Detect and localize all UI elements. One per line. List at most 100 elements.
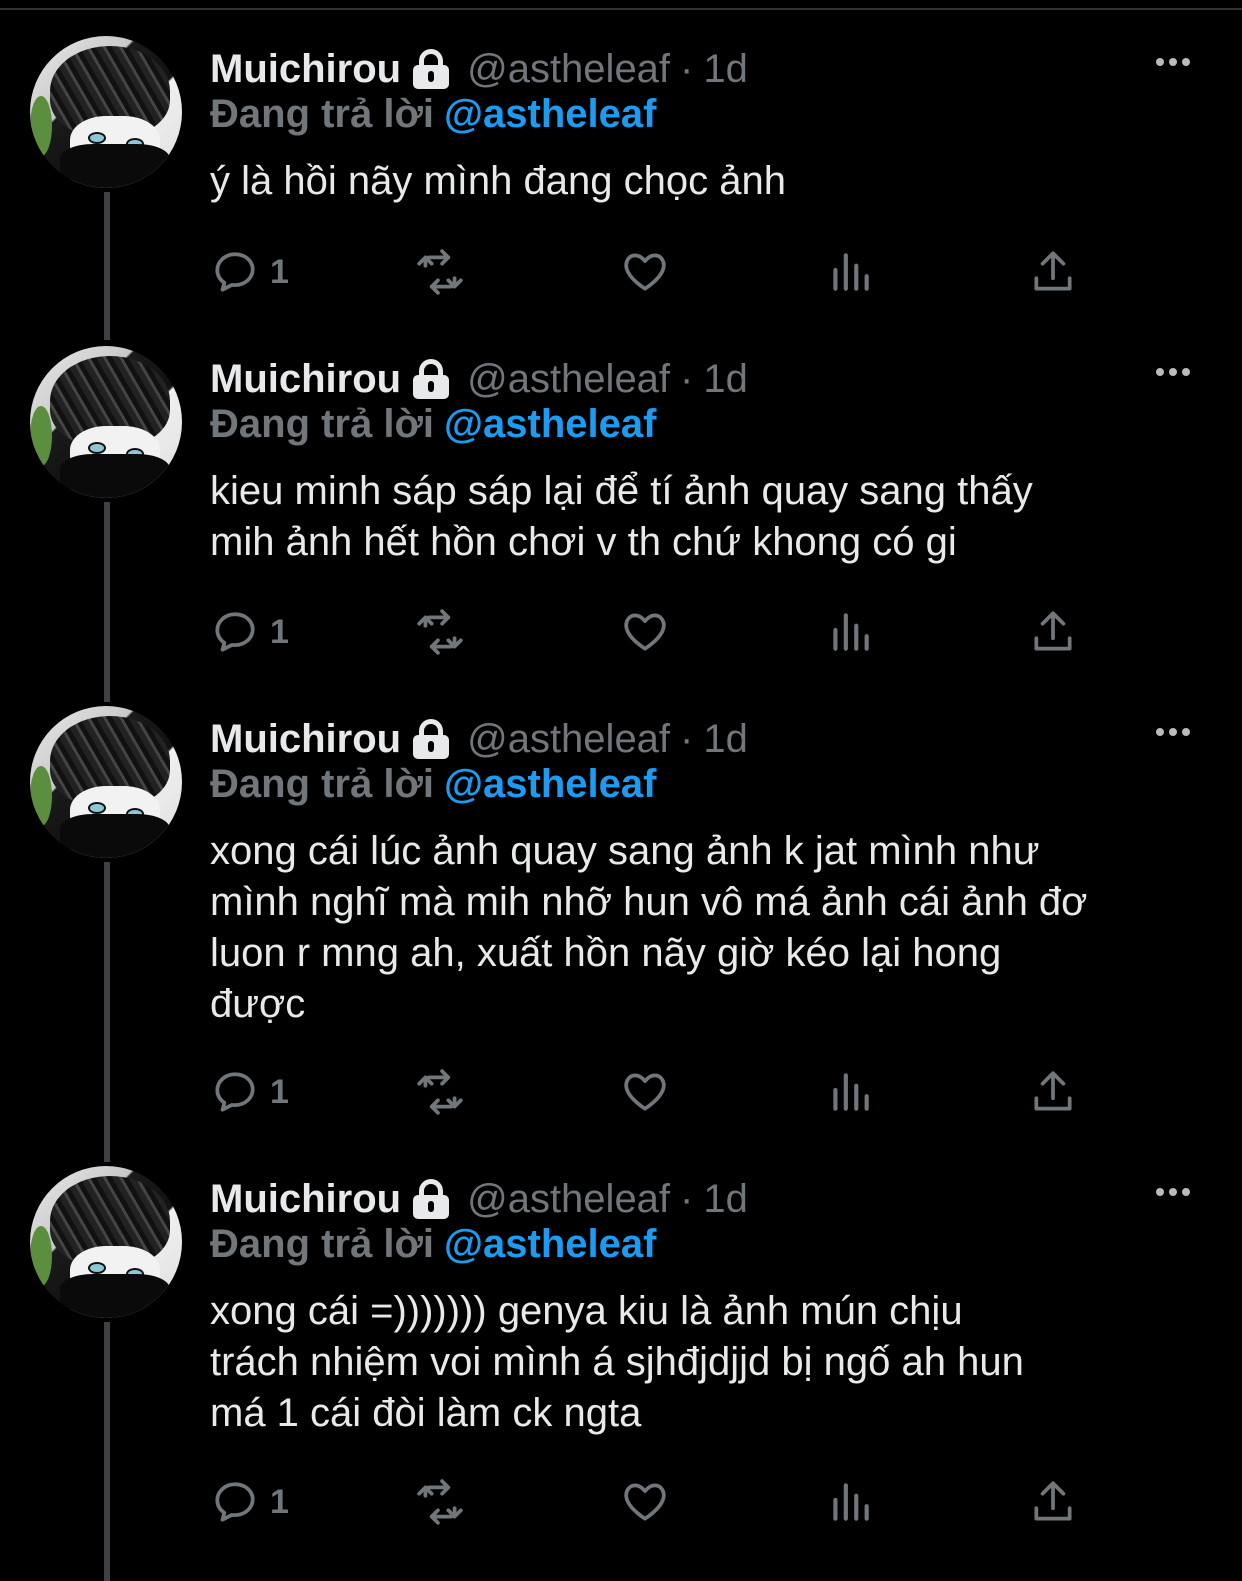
share-icon <box>1034 611 1072 651</box>
timestamp[interactable]: 1d <box>703 1177 748 1222</box>
thread-connector <box>104 192 110 340</box>
tweet-header: Muichirou @astheleaf · 1d <box>210 44 748 94</box>
tweet-header: Muichirou @astheleaf · 1d <box>210 1174 748 1224</box>
retweet-button[interactable] <box>415 1472 465 1532</box>
share-button[interactable] <box>1028 602 1078 662</box>
replying-to: Đang trả lời @astheleaf <box>210 402 656 447</box>
like-button[interactable] <box>620 1472 670 1532</box>
display-name[interactable]: Muichirou <box>210 357 401 402</box>
avatar[interactable] <box>30 1166 182 1318</box>
retweet-button[interactable] <box>415 1062 465 1122</box>
retweet-button[interactable] <box>415 602 465 662</box>
avatar[interactable] <box>30 36 182 188</box>
views-chart-icon <box>833 253 869 291</box>
tweet-actions: 1 <box>210 602 1090 662</box>
display-name[interactable]: Muichirou <box>210 47 401 92</box>
more-dots-icon[interactable] <box>1156 1188 1190 1196</box>
avatar[interactable] <box>30 346 182 498</box>
like-button[interactable] <box>620 242 670 302</box>
replying-prefix: Đang trả lời <box>210 1222 435 1266</box>
thread-connector <box>104 862 110 1162</box>
share-button[interactable] <box>1028 242 1078 302</box>
reply-count: 1 <box>270 1072 289 1111</box>
mention-link[interactable]: @astheleaf <box>444 92 656 136</box>
retweet-icon <box>417 609 463 655</box>
reply-bubble-icon <box>215 1482 255 1522</box>
reply-button[interactable]: 1 <box>210 1062 289 1122</box>
tweet-text-line: kieu minh sáp sáp lại để tí ảnh quay san… <box>210 469 1033 513</box>
timestamp[interactable]: 1d <box>703 357 748 402</box>
replying-prefix: Đang trả lời <box>210 402 435 446</box>
top-divider <box>0 0 1242 10</box>
views-button[interactable] <box>825 602 875 662</box>
reply-bubble-icon <box>215 1072 255 1112</box>
tweet-text-line: luon r mng ah, xuất hồn nãy giờ kéo lại … <box>210 931 1002 975</box>
like-button[interactable] <box>620 1062 670 1122</box>
reply-bubble-icon <box>215 612 255 652</box>
like-button[interactable] <box>620 602 670 662</box>
timestamp[interactable]: 1d <box>703 717 748 762</box>
share-button[interactable] <box>1028 1062 1078 1122</box>
lock-icon <box>411 357 451 401</box>
lock-icon <box>411 47 451 91</box>
reply-button[interactable]: 1 <box>210 242 289 302</box>
separator-dot: · <box>680 716 694 761</box>
user-handle[interactable]: @astheleaf <box>467 357 670 402</box>
views-chart-icon <box>833 613 869 651</box>
user-handle[interactable]: @astheleaf <box>467 717 670 762</box>
views-chart-icon <box>833 1073 869 1111</box>
user-handle[interactable]: @astheleaf <box>467 47 670 92</box>
tweet-text-line: má 1 cái đòi làm ck ngta <box>210 1391 642 1435</box>
reply-button[interactable]: 1 <box>210 1472 289 1532</box>
tweet-text-line: mình nghĩ mà mih nhỡ hun vô má ảnh cái ả… <box>210 880 1088 924</box>
reply-count: 1 <box>270 1482 289 1521</box>
tweet-text: xong cái lúc ảnh quay sang ảnh k jat mìn… <box>210 826 1210 1030</box>
heart-icon <box>624 613 666 651</box>
tweet-header: Muichirou @astheleaf · 1d <box>210 714 748 764</box>
share-button[interactable] <box>1028 1472 1078 1532</box>
heart-icon <box>624 253 666 291</box>
tweet-actions: 1 <box>210 1472 1090 1532</box>
retweet-icon <box>417 1479 463 1525</box>
views-chart-icon <box>833 1483 869 1521</box>
retweet-button[interactable] <box>415 242 465 302</box>
heart-icon <box>624 1073 666 1111</box>
share-icon <box>1034 251 1072 291</box>
retweet-icon <box>417 1069 463 1115</box>
replying-to: Đang trả lời @astheleaf <box>210 1222 656 1267</box>
thread-connector <box>104 1322 110 1581</box>
mention-link[interactable]: @astheleaf <box>444 1222 656 1266</box>
timestamp[interactable]: 1d <box>703 47 748 92</box>
thread-connector <box>104 502 110 702</box>
tweet-header: Muichirou @astheleaf · 1d <box>210 354 748 404</box>
mention-link[interactable]: @astheleaf <box>444 402 656 446</box>
tweet-text: kieu minh sáp sáp lại để tí ảnh quay san… <box>210 466 1210 568</box>
tweet-text-line: trách nhiệm voi mình á sjhđjdjjd bị ngố … <box>210 1340 1024 1384</box>
avatar[interactable] <box>30 706 182 858</box>
tweet-text-line: ý là hồi nãy mình đang chọc ảnh <box>210 159 786 203</box>
replying-prefix: Đang trả lời <box>210 762 435 806</box>
replying-to: Đang trả lời @astheleaf <box>210 762 656 807</box>
more-dots-icon[interactable] <box>1156 728 1190 736</box>
replying-prefix: Đang trả lời <box>210 92 435 136</box>
views-button[interactable] <box>825 1062 875 1122</box>
reply-button[interactable]: 1 <box>210 602 289 662</box>
reply-count: 1 <box>270 612 289 651</box>
more-dots-icon[interactable] <box>1156 368 1190 376</box>
more-dots-icon[interactable] <box>1156 58 1190 66</box>
user-handle[interactable]: @astheleaf <box>467 1177 670 1222</box>
views-button[interactable] <box>825 1472 875 1532</box>
views-button[interactable] <box>825 242 875 302</box>
tweet-text-line: được <box>210 982 306 1026</box>
tweet-text-line: xong cái =))))))) genya kiu là ảnh mún c… <box>210 1289 963 1333</box>
tweet-text: ý là hồi nãy mình đang chọc ảnh <box>210 156 1210 207</box>
share-icon <box>1034 1071 1072 1111</box>
display-name[interactable]: Muichirou <box>210 1177 401 1222</box>
replying-to: Đang trả lời @astheleaf <box>210 92 656 137</box>
tweet-text-line: mih ảnh hết hồn chơi v th chứ khong có g… <box>210 520 957 564</box>
heart-icon <box>624 1483 666 1521</box>
separator-dot: · <box>680 356 694 401</box>
mention-link[interactable]: @astheleaf <box>444 762 656 806</box>
separator-dot: · <box>680 46 694 91</box>
display-name[interactable]: Muichirou <box>210 717 401 762</box>
